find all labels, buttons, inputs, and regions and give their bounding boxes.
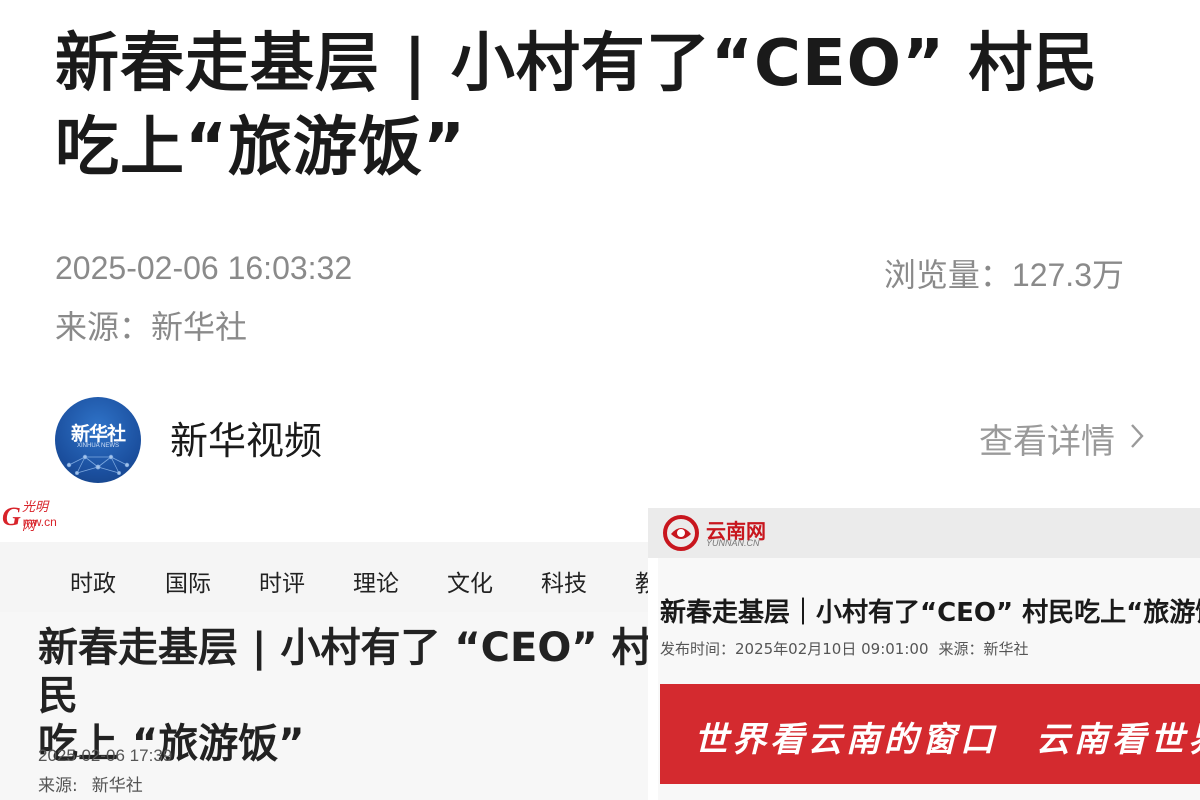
view-details-label: 查看详情 [979,422,1115,462]
gmw-source-value: 新华社 [91,776,143,796]
gmw-nav-theory[interactable]: 理论 [353,564,399,598]
author-name[interactable]: 新华视频 [170,410,322,465]
gmw-logo[interactable]: G 光明网 mw.cn [2,500,57,534]
gmw-nav-commentary[interactable]: 时评 [259,564,305,598]
gmw-source-label: 来源: [38,776,78,796]
yunnan-article-meta: 发布时间：2025年02月10日 09:01:00 来源：新华社 [660,638,1039,659]
article-title: 新春走基层 | 小村有了“CEO” 村民吃上“旅游饭” [55,27,1099,185]
gmw-nav-politics[interactable]: 时政 [70,564,116,598]
yunnan-logo-subtext: YUNNAN.CN [706,538,760,548]
xinhua-logo-text: 新华社 [70,423,126,445]
gmw-nav-tech[interactable]: 科技 [541,564,587,598]
chevron-right-icon [1129,419,1145,459]
yunnan-banner-text: 世界看云南的窗口 云南看世界 [694,720,1200,760]
gmw-article-source: 来源: 新华社 [38,771,143,796]
author-row[interactable]: 新华社 XINHUA NEWS 新华视频 查看详情 [55,392,1145,483]
gmw-nav-bar: 时政 国际 时评 理论 文化 科技 教 [0,542,660,612]
article-datetime: 2025-02-06 16:03:32 [55,250,353,286]
view-details-link[interactable]: 查看详情 [979,414,1145,463]
gmw-screenshot: G 光明网 mw.cn 时政 国际 时评 理论 文化 科技 教 新春走基层 | … [0,488,660,800]
xinhua-logo-avatar[interactable]: 新华社 XINHUA NEWS [55,397,141,483]
xinhua-logo-subtext: XINHUA NEWS [76,443,119,449]
gmw-logo-chinese: 光明网 [22,500,49,534]
gmw-logo-mark: G [2,502,21,531]
yunnan-banner[interactable]: 世界看云南的窗口 云南看世界 [660,684,1200,784]
article-view-count: 浏览量：127.3万 [883,257,1124,293]
article-source: 来源：新华社 [55,308,248,346]
gmw-article-date: 2025-02-06 17:39 [38,746,173,765]
yunnan-article-title: 新春走基层｜小村有了“CEO” 村民吃上“旅游饭” [660,598,1200,628]
gmw-nav-international[interactable]: 国际 [165,564,211,598]
yunnan-logo-icon[interactable] [662,514,700,556]
yunnan-source: 来源：新华社 [938,640,1029,658]
yunnan-screenshot: 云南网 YUNNAN.CN 新春走基层｜小村有了“CEO” 村民吃上“旅游饭” … [648,508,1200,800]
gmw-nav-culture[interactable]: 文化 [447,564,493,598]
yunnan-header: 云南网 YUNNAN.CN [648,508,1200,558]
yunnan-publish-time: 发布时间：2025年02月10日 09:01:00 [660,640,929,658]
